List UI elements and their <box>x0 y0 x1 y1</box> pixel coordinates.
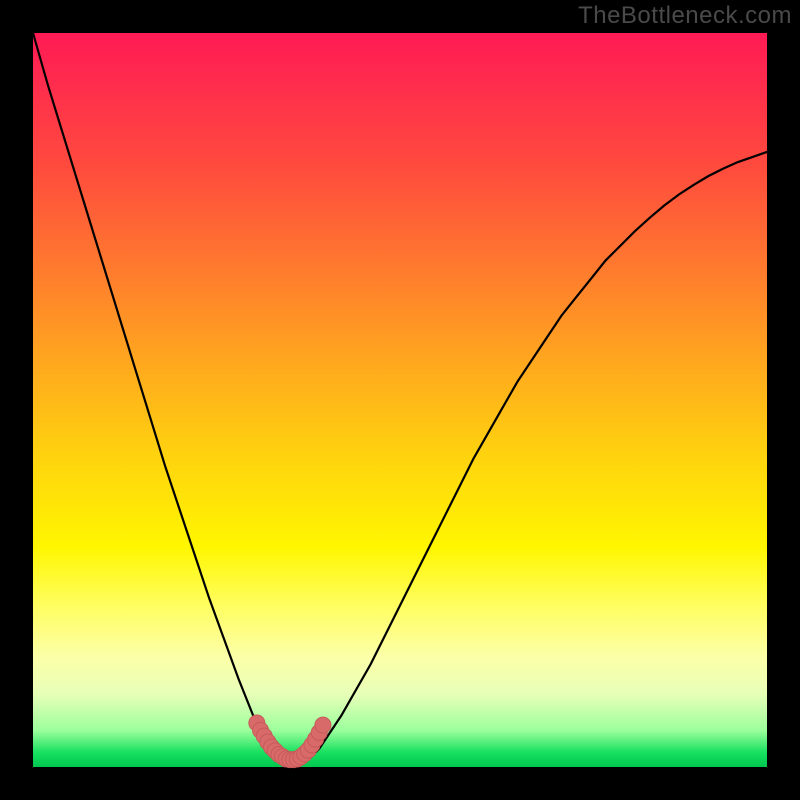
bottleneck-curve <box>33 33 767 761</box>
plot-area <box>33 33 767 767</box>
watermark-text: TheBottleneck.com <box>578 2 792 30</box>
chart-frame: TheBottleneck.com <box>0 0 800 800</box>
chart-svg <box>33 33 767 767</box>
marker-point <box>315 717 331 733</box>
marker-group <box>249 715 331 768</box>
